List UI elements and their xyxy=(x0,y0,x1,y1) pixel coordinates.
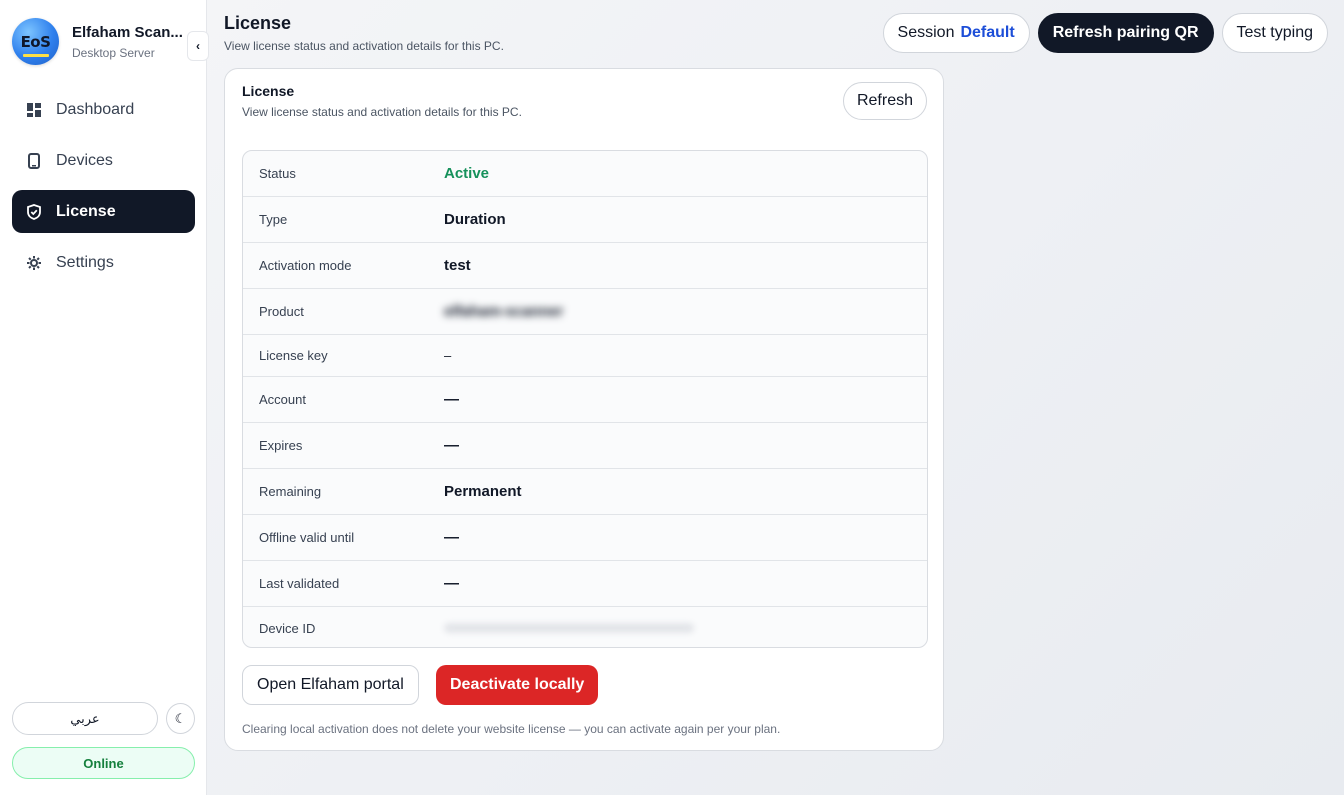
table-row: Account — xyxy=(243,377,927,423)
sidebar-item-label: License xyxy=(56,202,116,220)
row-value: test xyxy=(444,257,471,274)
session-value: Default xyxy=(960,24,1015,41)
dashboard-icon xyxy=(26,102,42,118)
brand-subtitle: Desktop Server xyxy=(72,45,155,60)
row-key: License key xyxy=(259,348,328,363)
phone-icon xyxy=(26,152,42,169)
row-key: Remaining xyxy=(259,484,322,499)
open-portal-label: Open Elfaham portal xyxy=(257,676,404,693)
deactivate-button[interactable]: Deactivate locally xyxy=(436,665,599,705)
deactivate-label: Deactivate locally xyxy=(450,676,585,693)
table-row: Activation mode test xyxy=(243,243,927,289)
table-row: Remaining Permanent xyxy=(243,469,927,515)
row-key: Last validated xyxy=(259,576,340,591)
row-value: Duration xyxy=(444,211,506,228)
top-actions: Session Default Refresh pairing QR Test … xyxy=(882,13,1328,53)
sidebar-item-label: Devices xyxy=(56,151,113,169)
row-value: – xyxy=(444,348,452,363)
shield-check-icon xyxy=(26,203,42,220)
table-row: Offline valid until — xyxy=(243,515,927,561)
refresh-pairing-qr-label: Refresh pairing QR xyxy=(1052,24,1199,41)
redacted-device-id xyxy=(444,622,694,633)
moon-icon: ☾ xyxy=(174,710,187,726)
table-row: Type Duration xyxy=(243,197,927,243)
chevron-left-icon: ‹ xyxy=(196,39,200,53)
row-value: — xyxy=(444,437,459,454)
sidebar-item-label: Dashboard xyxy=(56,100,135,118)
gear-icon xyxy=(26,255,42,271)
row-value: — xyxy=(444,575,459,592)
row-key: Type xyxy=(259,212,288,227)
card-subtitle: View license status and activation detai… xyxy=(242,105,522,119)
sidebar-item-label: Settings xyxy=(56,253,114,271)
row-key: Activation mode xyxy=(259,258,352,273)
table-row: Expires — xyxy=(243,423,927,469)
table-row: Product elfaham-scanner xyxy=(243,289,927,335)
brand-logo: EoS xyxy=(12,18,59,65)
refresh-pairing-qr-button[interactable]: Refresh pairing QR xyxy=(1037,13,1214,53)
row-key: Expires xyxy=(259,438,303,453)
test-typing-label: Test typing xyxy=(1236,24,1313,41)
theme-toggle-button[interactable]: ☾ xyxy=(166,703,195,734)
refresh-label: Refresh xyxy=(856,92,913,109)
card-title: License xyxy=(242,83,295,99)
status-label: Online xyxy=(83,755,124,771)
row-value: — xyxy=(444,529,459,546)
language-toggle-button[interactable]: عربي xyxy=(12,702,158,735)
sidebar: EoS Elfaham Scan... Desktop Server ‹ Das… xyxy=(0,0,209,795)
sidebar-item-devices[interactable]: Devices xyxy=(12,139,195,182)
row-value: — xyxy=(444,391,459,408)
session-label: Session xyxy=(897,24,955,41)
test-typing-button[interactable]: Test typing xyxy=(1221,13,1328,53)
sidebar-item-dashboard[interactable]: Dashboard xyxy=(12,88,195,131)
table-row: Last validated — xyxy=(243,561,927,607)
row-key: Status xyxy=(259,166,296,181)
row-value: Active xyxy=(444,165,490,182)
language-label: عربي xyxy=(70,710,100,726)
sidebar-nav: Dashboard Devices License Settings xyxy=(12,88,195,292)
row-key: Device ID xyxy=(259,620,316,636)
collapse-sidebar-button[interactable]: ‹ xyxy=(187,31,209,61)
sidebar-item-settings[interactable]: Settings xyxy=(12,241,195,284)
row-value-blurred: elfaham-scanner xyxy=(444,303,564,320)
row-value: Permanent xyxy=(444,483,522,500)
table-row: Status Active xyxy=(243,151,927,197)
logo-underline xyxy=(22,54,49,57)
row-key: Product xyxy=(259,304,304,319)
brand: EoS Elfaham Scan... Desktop Server xyxy=(12,18,190,65)
table-row: Device ID xyxy=(243,607,927,647)
sidebar-item-license[interactable]: License xyxy=(12,190,195,233)
page-subtitle: View license status and activation detai… xyxy=(224,39,504,53)
open-portal-button[interactable]: Open Elfaham portal xyxy=(242,665,419,705)
license-details-table: Status Active Type Duration Activation m… xyxy=(242,150,928,648)
row-key: Offline valid until xyxy=(259,530,355,545)
table-row: License key – xyxy=(243,335,927,377)
footnote: Clearing local activation does not delet… xyxy=(242,722,781,736)
logo-text: EoS xyxy=(20,32,51,51)
refresh-button[interactable]: Refresh xyxy=(842,82,927,120)
brand-title: Elfaham Scan... xyxy=(72,23,183,41)
session-button[interactable]: Session Default xyxy=(882,13,1030,53)
status-badge: Online xyxy=(12,747,195,779)
license-card: License View license status and activati… xyxy=(224,68,944,751)
page-title: License xyxy=(224,13,292,33)
row-key: Account xyxy=(259,392,306,407)
row-value-redacted xyxy=(444,620,694,637)
